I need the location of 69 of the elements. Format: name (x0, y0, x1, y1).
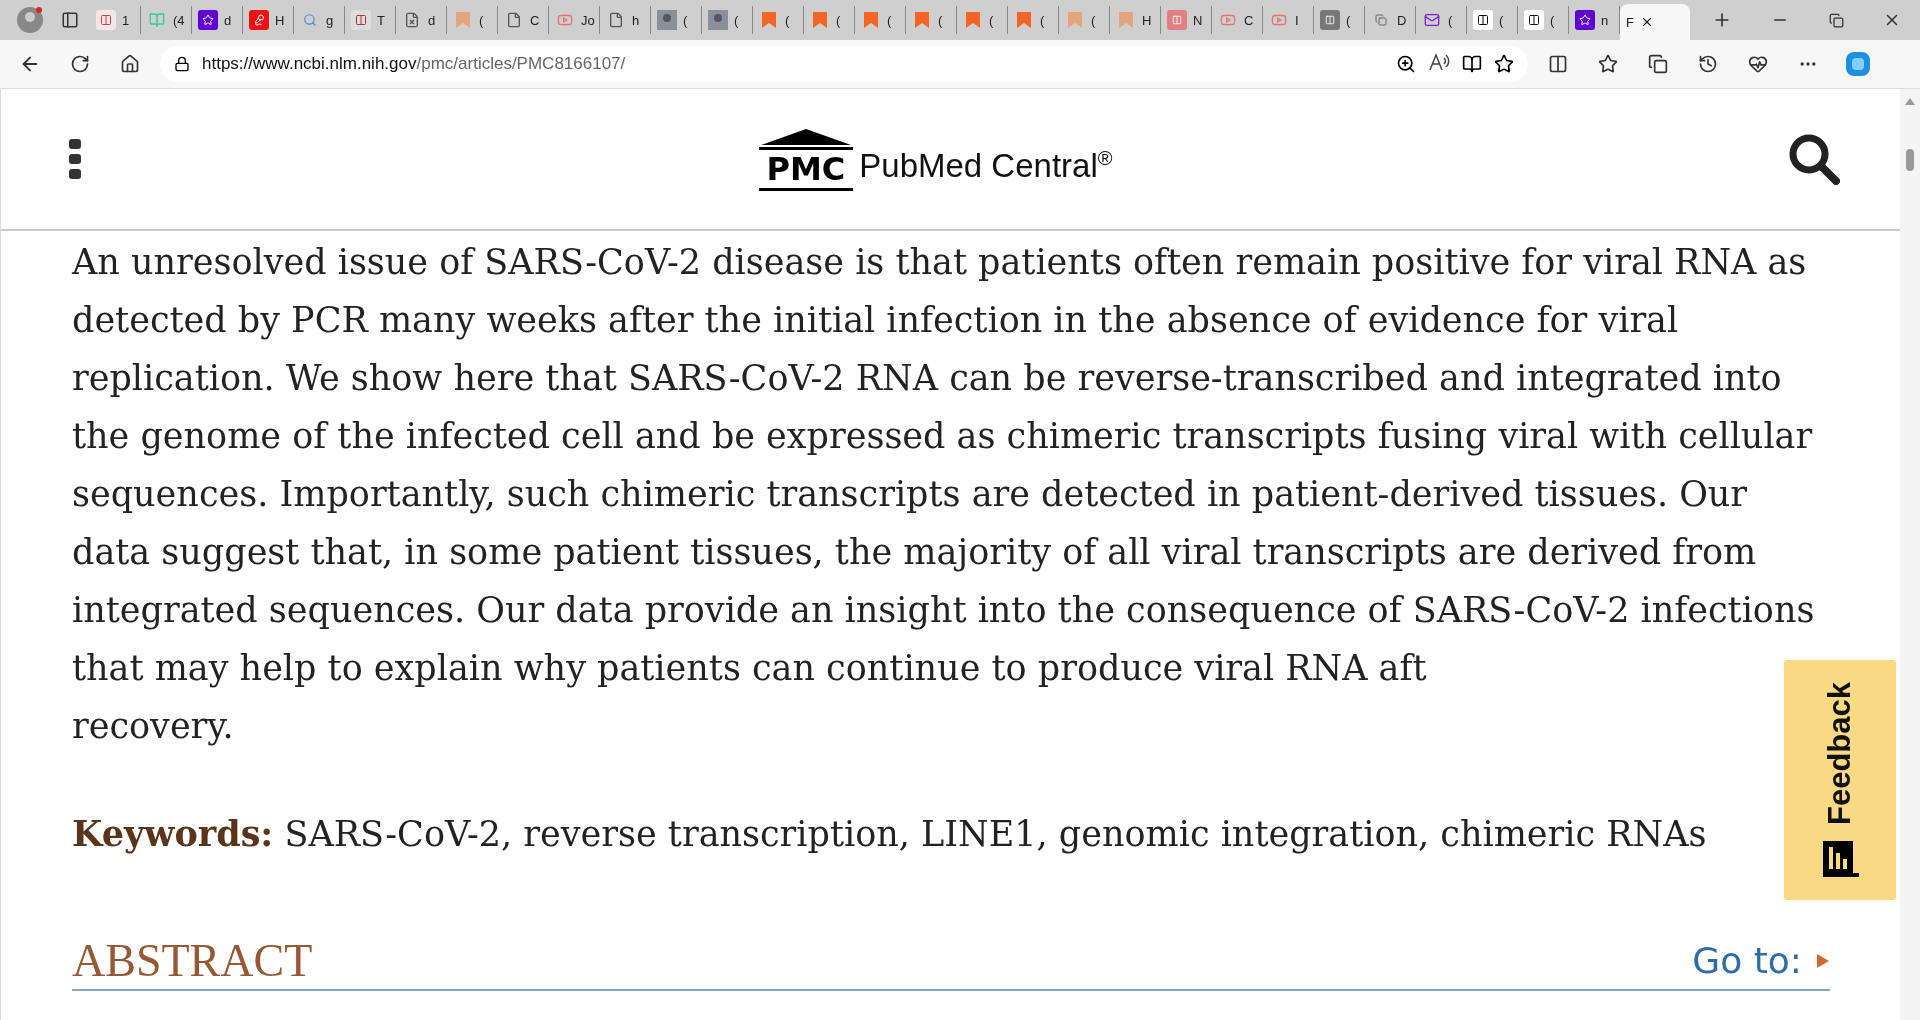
browser-tab[interactable]: ( (753, 6, 804, 34)
keywords-line: Keywords: SARS-CoV-2, reverse transcription, LINE1, genomic integration, chimeric RNAs (72, 813, 1708, 854)
bookmark-icon (810, 10, 830, 30)
browser-tab[interactable]: ( (447, 6, 498, 34)
scroll-up-icon[interactable] (1905, 97, 1915, 105)
address-bar[interactable]: https://www.ncbi.nlm.nih.gov/pmc/articles/PMC8166107/ (160, 46, 1528, 82)
url-text: https://www.ncbi.nlm.nih.gov/pmc/articles/PMC8166107/ (202, 54, 627, 74)
site-icon (249, 10, 269, 30)
browser-tab[interactable]: ( (651, 6, 702, 34)
browser-tab[interactable]: d (192, 6, 243, 34)
scrollbar-thumb[interactable] (1906, 149, 1914, 171)
browser-tab[interactable]: (4 (141, 6, 192, 34)
logo-mark: PMC (758, 146, 854, 192)
browser-tab[interactable]: ( (1518, 6, 1569, 34)
chart-icon (1821, 839, 1859, 878)
browser-tab[interactable]: H (243, 6, 294, 34)
site-icon (1320, 10, 1340, 30)
bookmark-icon (912, 10, 932, 30)
browser-tab[interactable]: ( (1467, 6, 1518, 34)
browser-tab[interactable]: ( (957, 6, 1008, 34)
goto-link[interactable]: Go to: (1692, 940, 1830, 981)
browser-tab[interactable]: n (1569, 6, 1620, 34)
browser-tab[interactable]: D (1365, 6, 1416, 34)
bookmark-icon (861, 10, 881, 30)
site-icon (657, 10, 677, 30)
site-icon (708, 10, 728, 30)
site-icon (351, 10, 371, 30)
site-icon (198, 10, 218, 30)
browser-tab[interactable]: F (1620, 4, 1690, 40)
browser-tab[interactable]: T (345, 6, 396, 34)
zoom-icon[interactable] (1396, 54, 1416, 74)
browser-tab[interactable]: ( (1059, 6, 1110, 34)
menu-icon[interactable] (67, 138, 83, 180)
triangle-icon (1816, 952, 1830, 969)
reader-icon[interactable] (1462, 54, 1482, 74)
bookmark-icon (1065, 10, 1085, 30)
section-title: ABSTRACT (72, 934, 313, 987)
browser-tab[interactable]: ( (906, 6, 957, 34)
browser-tab[interactable]: ( (702, 6, 753, 34)
browser-tab[interactable]: C (498, 6, 549, 34)
bookmark-icon (453, 10, 473, 30)
bookmark-icon (759, 10, 779, 30)
site-icon (96, 10, 116, 30)
browser-tab[interactable]: ( (1008, 6, 1059, 34)
search-icon[interactable] (1788, 133, 1840, 185)
browser-tab[interactable]: ( (855, 6, 906, 34)
browser-tab[interactable]: ( (1314, 6, 1365, 34)
lock-icon (174, 56, 190, 72)
bookmark-icon (1014, 10, 1034, 30)
browser-tab[interactable]: I (1263, 6, 1314, 34)
browser-tab[interactable]: d (396, 6, 447, 34)
browser-tab[interactable]: H (1110, 6, 1161, 34)
browser-tab[interactable]: ( (1416, 6, 1467, 34)
browser-tab[interactable]: ( (804, 6, 855, 34)
site-icon (1473, 10, 1493, 30)
browser-tab[interactable]: Jo (549, 6, 600, 34)
bookmark-icon (1116, 10, 1136, 30)
browser-tab[interactable]: C (1212, 6, 1263, 34)
site-icon (1524, 10, 1544, 30)
site-icon (1575, 10, 1595, 30)
browser-tab[interactable]: N (1161, 6, 1212, 34)
site-icon (1167, 10, 1187, 30)
browser-tab[interactable]: 1 (90, 6, 141, 34)
favorite-icon[interactable] (1494, 54, 1514, 74)
browser-tab[interactable]: h (600, 6, 651, 34)
bookmark-icon (963, 10, 983, 30)
browser-tab[interactable]: g (294, 6, 345, 34)
logo-text: PubMed Central$^{®}$ (859, 147, 1113, 186)
feedback-button[interactable]: Feedback (1784, 660, 1896, 900)
